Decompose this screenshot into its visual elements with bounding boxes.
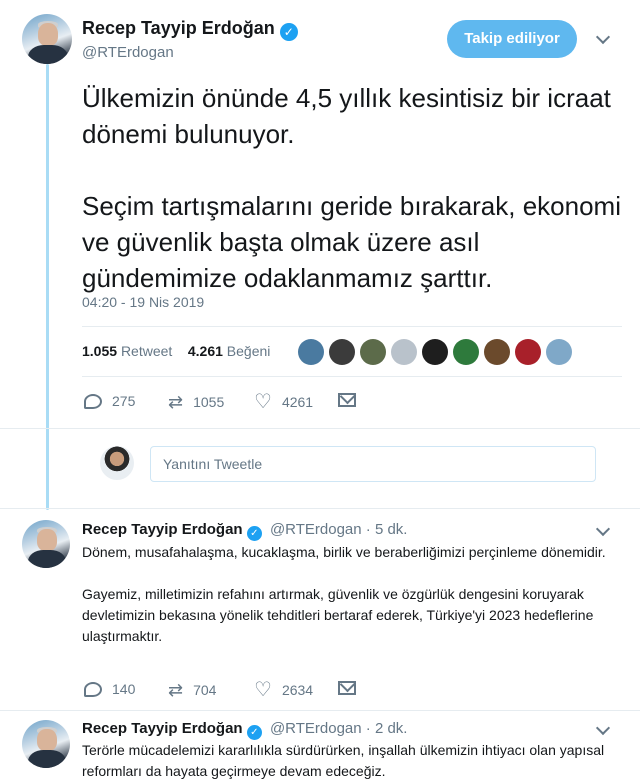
- reply-meta[interactable]: @RTErdogan · 5 dk.: [270, 521, 408, 538]
- reply-input[interactable]: Yanıtını Tweetle: [150, 446, 596, 482]
- like-button[interactable]: ♡ 2634: [254, 679, 313, 701]
- retweet-button[interactable]: ⇄ 704: [168, 681, 216, 699]
- divider: [0, 428, 640, 429]
- retweet-stat[interactable]: 1.055 Retweet: [82, 343, 172, 359]
- tweet-actions: 140 ⇄ 704 ♡ 2634: [82, 679, 382, 703]
- divider: [82, 376, 622, 377]
- tweet-timestamp[interactable]: 04:20 - 19 Nis 2019: [82, 294, 204, 310]
- envelope-icon: [338, 393, 356, 407]
- heart-icon: ♡: [254, 679, 272, 701]
- verified-badge-icon: ✓: [279, 23, 298, 41]
- retweet-button[interactable]: ⇄ 1055: [168, 393, 224, 411]
- direct-message-button[interactable]: [338, 393, 356, 407]
- tweet-text: Ülkemizin önünde 4,5 yıllık kesintisiz b…: [82, 80, 622, 296]
- tweet-actions: 275 ⇄ 1055 ♡ 4261: [82, 391, 382, 415]
- reply-author[interactable]: Recep Tayyip Erdoğan ✓ @RTErdogan · 5 dk…: [82, 521, 407, 541]
- reply-text: Terörle mücadelemizi kararlılıkla sürdür…: [82, 740, 612, 782]
- reply-button[interactable]: 140: [84, 681, 135, 697]
- author-avatar[interactable]: [22, 720, 70, 768]
- direct-message-button[interactable]: [338, 681, 356, 695]
- reply-meta[interactable]: @RTErdogan · 2 dk.: [270, 720, 408, 737]
- tweet-stats: 1.055 Retweet 4.261 Beğeni: [82, 343, 270, 359]
- liker-avatar[interactable]: [453, 339, 479, 365]
- reply-paragraph: Terörle mücadelemizi kararlılıkla sürdür…: [82, 742, 605, 779]
- liker-avatar[interactable]: [515, 339, 541, 365]
- verified-badge-icon: ✓: [246, 725, 262, 740]
- like-stat[interactable]: 4.261 Beğeni: [188, 343, 271, 359]
- author-name[interactable]: Recep Tayyip Erdoğan ✓: [82, 18, 298, 41]
- chevron-down-icon[interactable]: [595, 29, 611, 45]
- following-button[interactable]: Takip ediliyor: [447, 20, 577, 58]
- reply-text: Dönem, musafahalaşma, kucaklaşma, birlik…: [82, 542, 612, 647]
- liker-avatar[interactable]: [484, 339, 510, 365]
- chevron-down-icon[interactable]: [595, 720, 611, 736]
- thread-line: [46, 64, 49, 510]
- tweet-paragraph: Ülkemizin önünde 4,5 yıllık kesintisiz b…: [82, 83, 611, 149]
- reply-icon: [84, 681, 102, 697]
- chevron-down-icon[interactable]: [595, 521, 611, 537]
- liker-avatar[interactable]: [329, 339, 355, 365]
- divider: [0, 508, 640, 509]
- liker-avatar[interactable]: [360, 339, 386, 365]
- like-button[interactable]: ♡ 4261: [254, 391, 313, 413]
- reply-paragraph: Gayemiz, milletimizin refahını artırmak,…: [82, 586, 594, 644]
- liker-avatar[interactable]: [546, 339, 572, 365]
- current-user-avatar[interactable]: [100, 446, 134, 480]
- author-avatar[interactable]: [22, 520, 70, 568]
- liker-avatar[interactable]: [298, 339, 324, 365]
- reply-paragraph: Dönem, musafahalaşma, kucaklaşma, birlik…: [82, 544, 606, 560]
- liker-avatar[interactable]: [391, 339, 417, 365]
- divider: [82, 326, 622, 327]
- envelope-icon: [338, 681, 356, 695]
- reply-button[interactable]: 275: [84, 393, 135, 409]
- retweet-icon: ⇄: [168, 392, 184, 412]
- author-avatar[interactable]: [22, 14, 72, 64]
- verified-badge-icon: ✓: [246, 526, 262, 541]
- reply-icon: [84, 393, 102, 409]
- tweet-paragraph: Seçim tartışmalarını geride bırakarak, e…: [82, 191, 621, 293]
- author-handle[interactable]: @RTErdogan: [82, 44, 174, 61]
- liker-avatar[interactable]: [422, 339, 448, 365]
- reply-author[interactable]: Recep Tayyip Erdoğan ✓ @RTErdogan · 2 dk…: [82, 720, 407, 740]
- divider: [0, 710, 640, 711]
- retweet-icon: ⇄: [168, 680, 184, 700]
- heart-icon: ♡: [254, 391, 272, 413]
